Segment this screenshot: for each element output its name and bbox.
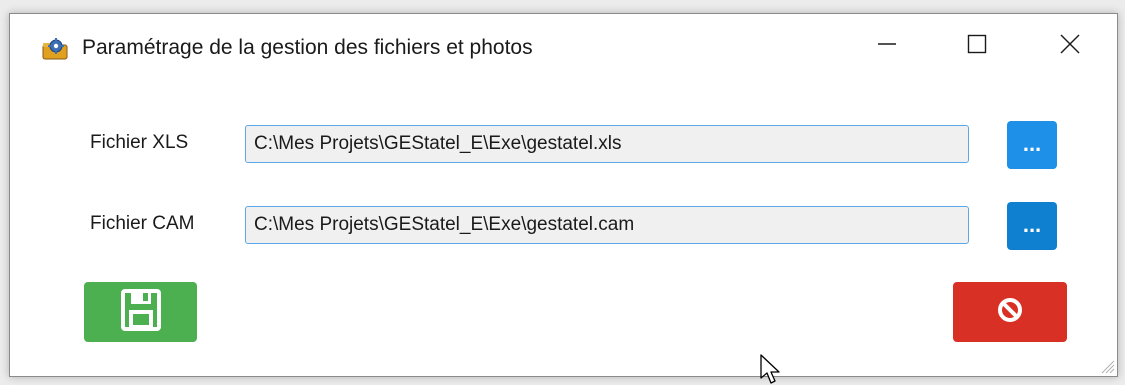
minimize-icon [877, 34, 897, 59]
prohibited-icon [997, 297, 1023, 328]
title-bar[interactable]: Paramétrage de la gestion des fichiers e… [10, 14, 1117, 78]
xls-browse-label: ... [1022, 131, 1042, 156]
mouse-cursor-icon [760, 354, 782, 385]
window-title: Paramétrage de la gestion des fichiers e… [82, 36, 533, 59]
close-button[interactable] [1047, 26, 1093, 66]
cancel-button[interactable] [953, 282, 1067, 342]
floppy-disk-icon [120, 288, 161, 336]
maximize-button[interactable] [954, 26, 1000, 66]
cam-browse-label: ... [1022, 212, 1042, 237]
xls-path-input[interactable] [245, 125, 969, 163]
xls-browse-button[interactable]: ... [1007, 121, 1057, 169]
cam-path-input[interactable] [245, 206, 969, 244]
settings-dialog: Paramétrage de la gestion des fichiers e… [9, 13, 1118, 377]
save-button[interactable] [84, 282, 197, 342]
cam-browse-button[interactable]: ... [1007, 202, 1057, 250]
gear-folder-icon [40, 36, 70, 60]
resize-grip-icon[interactable] [1097, 356, 1115, 374]
xls-file-label: Fichier XLS [90, 132, 189, 153]
minimize-button[interactable] [864, 26, 910, 66]
maximize-icon [967, 34, 987, 59]
close-icon [1060, 34, 1080, 59]
cam-file-label: Fichier CAM [90, 213, 195, 234]
